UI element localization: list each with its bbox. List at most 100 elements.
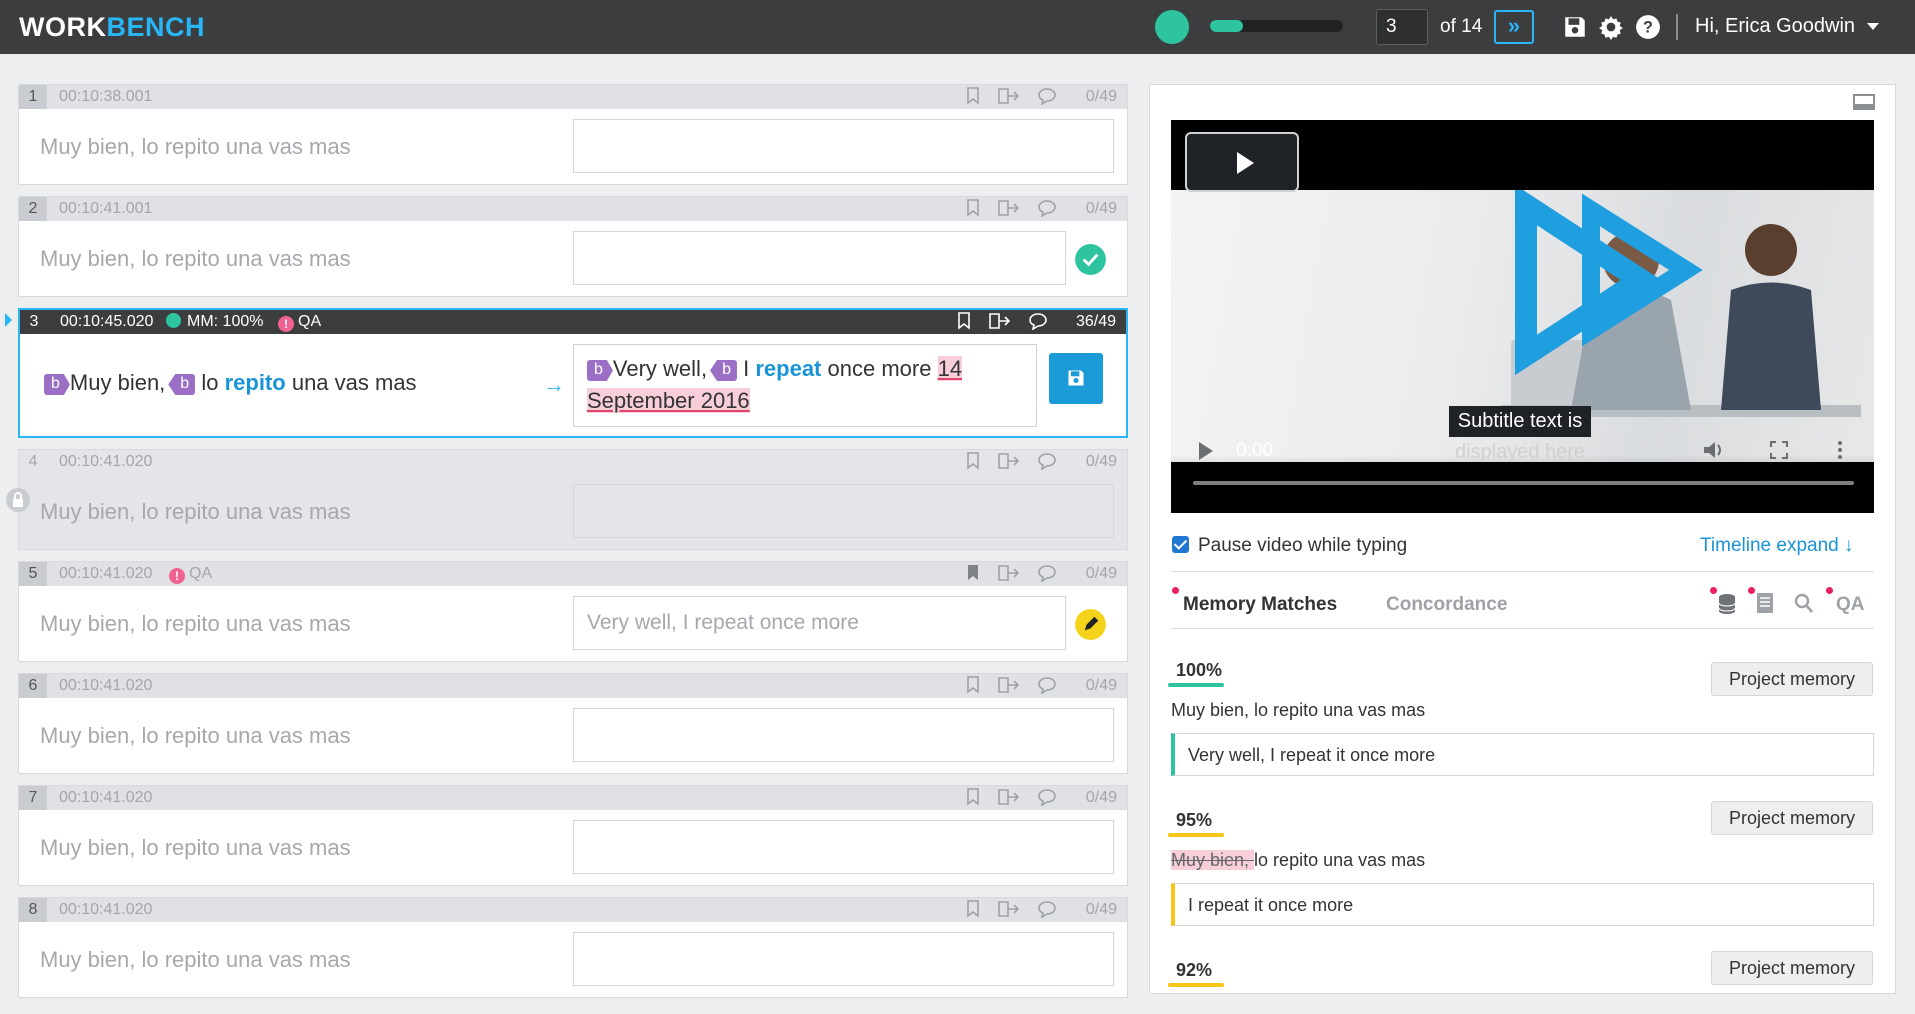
fullscreen-icon[interactable] <box>1769 440 1789 460</box>
comment-icon[interactable] <box>1037 788 1057 807</box>
help-icon[interactable]: ? <box>1635 14 1661 40</box>
segment-row[interactable]: 2 00:10:41.001 0/49 Muy bien, lo repito … <box>18 196 1128 297</box>
merge-icon[interactable] <box>997 199 1021 217</box>
video-player[interactable]: 0:00 Subtitle text is displayed here <box>1171 120 1874 513</box>
project-memory-button[interactable]: Project memory <box>1711 951 1873 985</box>
comment-icon[interactable] <box>1037 452 1057 471</box>
match-percentage: 92% <box>1176 960 1213 980</box>
qa-indicator[interactable]: ! QA <box>169 565 212 584</box>
segment-header: 5 00:10:41.020 ! QA 0/49 <box>19 562 1127 586</box>
progress-fill <box>1210 20 1244 32</box>
comment-icon[interactable] <box>1037 87 1057 106</box>
bookmark-icon[interactable] <box>966 788 980 806</box>
save-icon[interactable] <box>1562 14 1588 40</box>
target-input[interactable] <box>573 119 1114 173</box>
divider <box>1171 628 1874 629</box>
match-target-text[interactable]: I repeat it once more <box>1171 883 1874 926</box>
play-icon[interactable] <box>1197 441 1215 461</box>
segment-row[interactable]: 1 00:10:38.001 0/49 Muy bien, lo repito … <box>18 84 1128 185</box>
database-icon[interactable] <box>1717 592 1737 616</box>
glossary-icon[interactable] <box>1756 592 1774 614</box>
match-target-text[interactable]: Very well, I repeat it once more <box>1171 733 1874 776</box>
checkbox-checked-icon[interactable] <box>1172 536 1189 553</box>
qa-warning-icon: ! <box>169 568 185 584</box>
comment-icon[interactable] <box>1037 564 1057 583</box>
merge-icon[interactable] <box>997 676 1021 694</box>
source-text: Muy bien, lo repito una vas mas <box>40 947 351 972</box>
qa-indicator[interactable]: ! QA <box>278 313 321 332</box>
project-memory-button[interactable]: Project memory <box>1711 662 1873 696</box>
svg-text:?: ? <box>1643 18 1653 36</box>
collapse-panel-icon[interactable] <box>1853 94 1875 110</box>
bookmark-icon[interactable] <box>966 452 980 470</box>
segment-row[interactable]: 6 00:10:41.020 0/49 Muy bien, lo repito … <box>18 673 1128 774</box>
chevron-down-icon[interactable] <box>1867 23 1879 30</box>
toolbar-divider <box>1676 14 1678 40</box>
segment-timecode: 00:10:38.001 <box>59 88 153 105</box>
bookmark-icon[interactable] <box>966 87 980 105</box>
segment-timecode: 00:10:45.020 <box>60 313 154 330</box>
notification-dot <box>1172 587 1179 594</box>
comment-icon[interactable] <box>1037 900 1057 919</box>
match-score-bar <box>1168 983 1224 987</box>
segment-row[interactable]: 5 00:10:41.020 ! QA 0/49 Muy bien, lo rep… <box>18 561 1128 662</box>
merge-icon[interactable] <box>997 452 1021 470</box>
more-options-icon[interactable] <box>1837 440 1843 460</box>
timeline-expand-link[interactable]: Timeline expand ↓ <box>1700 535 1854 557</box>
target-editor[interactable]: b Very well, b I repeat once more 14 Septe… <box>573 344 1037 427</box>
edit-pencil-icon[interactable] <box>1075 609 1106 640</box>
merge-icon[interactable] <box>997 564 1021 582</box>
term-highlight: repito <box>224 370 286 395</box>
target-input[interactable]: Very well, I repeat once more <box>573 596 1066 650</box>
bookmark-filled-icon[interactable] <box>966 564 980 582</box>
pause-video-checkbox[interactable]: Pause video while typing <box>1172 535 1407 557</box>
qa-error-highlight[interactable]: September 2016 <box>587 388 750 413</box>
source-text: Muy bien, lo repito una vas mas <box>40 835 351 860</box>
user-menu[interactable]: Hi, Erica Goodwin <box>1695 15 1855 38</box>
target-input[interactable] <box>573 820 1114 874</box>
merge-icon[interactable] <box>997 788 1021 806</box>
comment-icon[interactable] <box>1028 312 1048 331</box>
segment-row[interactable]: 7 00:10:41.020 0/49 Muy bien, lo repito … <box>18 785 1128 886</box>
subtitle-overlay: Subtitle text is displayed here <box>1437 406 1603 468</box>
confirmed-check-icon[interactable] <box>1075 244 1106 275</box>
tab-qa[interactable]: QA <box>1836 594 1865 616</box>
comment-icon[interactable] <box>1037 199 1057 218</box>
play-button[interactable] <box>1185 132 1299 192</box>
inline-tag[interactable]: b <box>44 374 70 395</box>
gear-icon[interactable] <box>1598 14 1624 40</box>
volume-icon[interactable] <box>1702 440 1724 460</box>
merge-icon[interactable] <box>997 900 1021 918</box>
bookmark-icon[interactable] <box>966 900 980 918</box>
target-input[interactable] <box>573 231 1066 285</box>
bookmark-icon[interactable] <box>966 199 980 217</box>
bookmark-icon[interactable] <box>957 312 971 330</box>
source-text: b Muy bien, b lo repito una vas mas <box>44 370 417 396</box>
bookmark-icon[interactable] <box>966 676 980 694</box>
segment-row-active[interactable]: 3 00:10:45.020 MM: 100% ! QA 36/49 b Muy b… <box>18 308 1128 438</box>
save-segment-button[interactable] <box>1049 353 1103 404</box>
merge-icon[interactable] <box>997 87 1021 105</box>
project-memory-button[interactable]: Project memory <box>1711 801 1873 835</box>
segment-timecode: 00:10:41.020 <box>59 789 153 806</box>
video-seek-bar[interactable] <box>1193 481 1854 485</box>
segment-actions <box>954 900 1057 920</box>
source-text: Muy bien, lo repito una vas mas <box>40 499 351 524</box>
status-indicator <box>1155 10 1189 44</box>
search-icon[interactable] <box>1794 592 1814 614</box>
merge-icon[interactable] <box>988 312 1012 330</box>
tab-memory-matches[interactable]: Memory Matches <box>1183 594 1337 616</box>
inline-tag[interactable]: b <box>168 374 196 395</box>
segment-row[interactable]: 8 00:10:41.020 0/49 Muy bien, lo repito … <box>18 897 1128 998</box>
target-input[interactable] <box>573 932 1114 986</box>
target-input[interactable] <box>573 708 1114 762</box>
go-to-page-button[interactable]: » <box>1494 10 1534 44</box>
tab-concordance[interactable]: Concordance <box>1386 594 1507 616</box>
inline-tag[interactable]: b <box>587 360 613 381</box>
comment-icon[interactable] <box>1037 676 1057 695</box>
match-score-bar <box>1168 683 1224 687</box>
inline-tag[interactable]: b <box>710 360 737 381</box>
notification-dot <box>1748 587 1755 594</box>
page-number-input[interactable] <box>1376 9 1428 45</box>
qa-error-highlight[interactable]: 14 <box>937 356 963 381</box>
